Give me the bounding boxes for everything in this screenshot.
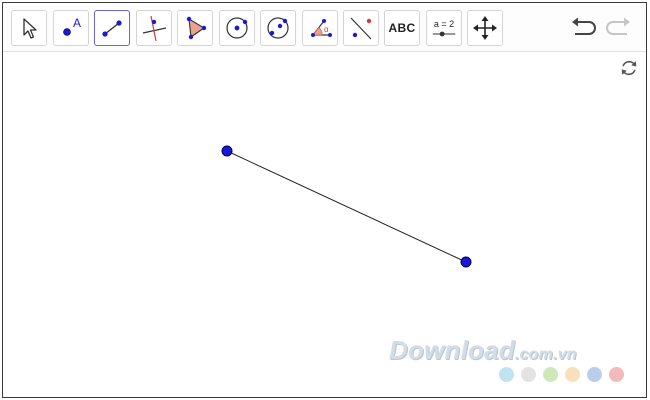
angle-icon: α	[311, 19, 332, 37]
text-icon: ABC	[388, 21, 416, 35]
slider-track-icon	[432, 31, 456, 37]
move-tool-button[interactable]	[11, 10, 47, 46]
perpendicular-line-icon	[142, 15, 167, 42]
graphics-canvas[interactable]	[3, 52, 647, 397]
graphics-view[interactable]	[3, 52, 646, 397]
undo-button[interactable]	[568, 15, 598, 41]
circle-three-points-icon	[267, 17, 289, 39]
point-tool-label: A	[73, 16, 81, 30]
point-a[interactable]	[221, 145, 233, 157]
redo-button[interactable]	[604, 15, 634, 41]
circle-center-tool-button[interactable]	[219, 10, 255, 46]
geogebra-app: A α ABC a = 2 Download.com.vn	[2, 2, 647, 398]
angle-tool-button[interactable]: α	[302, 10, 338, 46]
undo-icon	[572, 17, 596, 35]
point-b[interactable]	[460, 256, 472, 268]
slider-icon: a = 2	[429, 13, 459, 43]
circle-three-points-tool-button[interactable]	[260, 10, 296, 46]
reflect-line-tool-button[interactable]	[343, 10, 379, 46]
redo-icon	[606, 17, 630, 35]
text-tool-button[interactable]: ABC	[384, 10, 420, 46]
point-tool-button[interactable]: A	[53, 10, 89, 46]
perpendicular-line-tool-button[interactable]	[136, 10, 172, 46]
segment-line[interactable]	[226, 150, 467, 263]
angle-tool-label: α	[324, 25, 329, 34]
polygon-tool-button[interactable]	[177, 10, 213, 46]
move-graphics-tool-button[interactable]	[467, 10, 503, 46]
reflect-line-icon	[350, 17, 372, 40]
segment-tool-button[interactable]	[94, 10, 130, 46]
segment-icon	[102, 20, 122, 37]
polygon-icon	[186, 16, 207, 40]
toolbar: A α ABC a = 2	[3, 3, 646, 52]
refresh-icon	[621, 60, 637, 76]
refresh-button[interactable]	[618, 57, 640, 79]
slider-tool-button[interactable]: a = 2	[426, 10, 462, 46]
point-icon: A	[63, 16, 81, 36]
arrow-cursor-icon	[23, 18, 37, 39]
move-graphics-icon	[473, 16, 497, 40]
circle-center-point-icon	[226, 17, 248, 39]
slider-tool-label: a = 2	[433, 19, 455, 29]
